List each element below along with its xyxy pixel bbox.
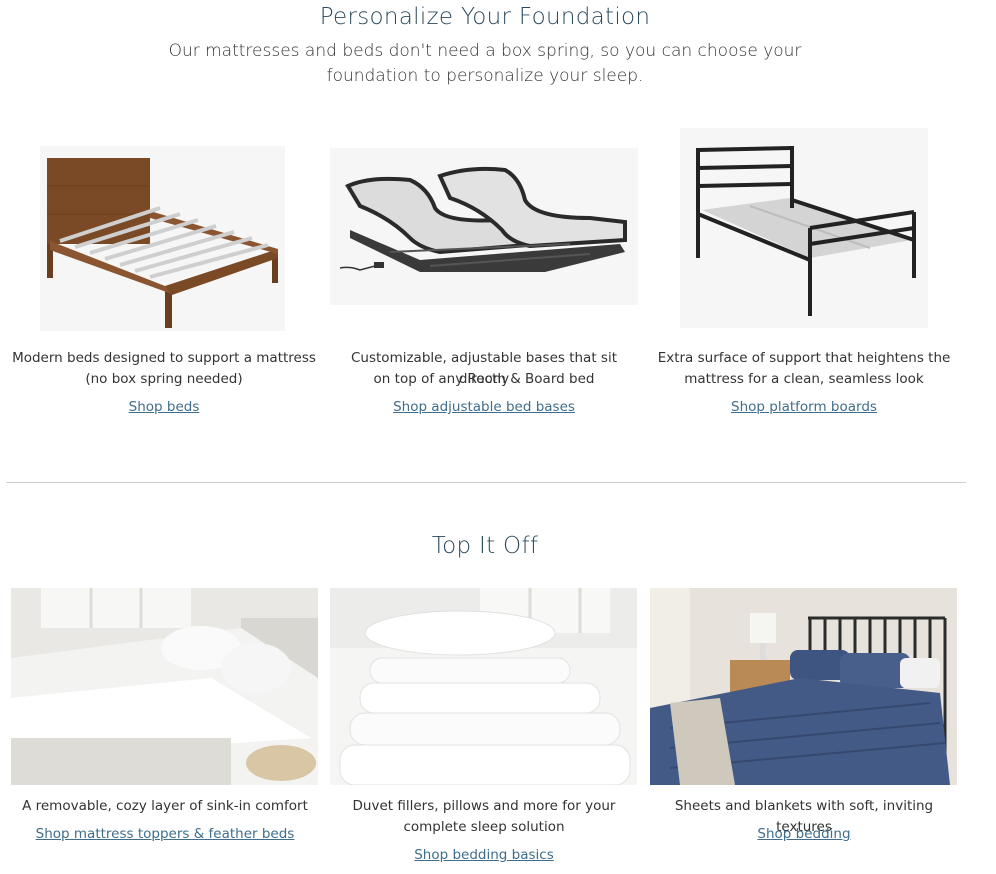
shop-bedding-basics-link[interactable]: Shop bedding basics bbox=[330, 847, 638, 863]
foundation-card-platform: Extra surface of support that heightens … bbox=[645, 128, 963, 430]
shop-adjustable-bases-link[interactable]: Shop adjustable bed bases bbox=[325, 399, 643, 415]
bedding-basics-description-line1: Duvet fillers, pillows and more for your bbox=[352, 798, 616, 814]
metal-bed-frame-image[interactable] bbox=[680, 128, 928, 328]
adjustable-base-image[interactable] bbox=[330, 148, 638, 305]
bedding-basics-card: Duvet fillers, pillows and more for your… bbox=[330, 588, 638, 868]
shop-bedding-link[interactable]: Shop bedding bbox=[650, 826, 958, 842]
adjustable-description-line2: on top of any Room & Board bed bbox=[373, 371, 595, 387]
beds-description-line1: Modern beds designed to support a mattre… bbox=[12, 350, 316, 366]
blue-bedding-photo[interactable] bbox=[650, 588, 957, 785]
shop-mattress-toppers-link[interactable]: Shop mattress toppers & feather beds bbox=[11, 826, 319, 842]
platform-description-line1: Extra surface of support that heightens … bbox=[657, 350, 951, 366]
shop-beds-link[interactable]: Shop beds bbox=[5, 399, 323, 415]
wood-bed-frame-image[interactable] bbox=[40, 146, 285, 331]
beds-description-line2: (no box spring needed) bbox=[85, 371, 243, 387]
foundation-card-adjustable: Customizable, adjustable bases that sit … bbox=[325, 140, 643, 430]
foundation-subtitle: Our mattresses and beds don't need a box… bbox=[168, 41, 802, 86]
bedding-card: Sheets and blankets with soft, inviting … bbox=[650, 588, 958, 868]
platform-description-line2: mattress for a clean, seamless look bbox=[684, 371, 924, 387]
white-bedding-photo[interactable] bbox=[11, 588, 318, 785]
section-divider bbox=[6, 482, 966, 483]
top-it-off-title: Top It Off bbox=[431, 533, 539, 559]
duvet-stack-photo[interactable] bbox=[330, 588, 637, 785]
topper-description: A removable, cozy layer of sink-in comfo… bbox=[22, 798, 308, 814]
topper-card: A removable, cozy layer of sink-in comfo… bbox=[11, 588, 319, 868]
bedding-basics-description-line2: complete sleep solution bbox=[403, 819, 565, 835]
shop-platform-boards-link[interactable]: Shop platform boards bbox=[645, 399, 963, 415]
foundation-card-beds: Modern beds designed to support a mattre… bbox=[5, 140, 323, 430]
foundation-title: Personalize Your Foundation bbox=[319, 4, 651, 30]
